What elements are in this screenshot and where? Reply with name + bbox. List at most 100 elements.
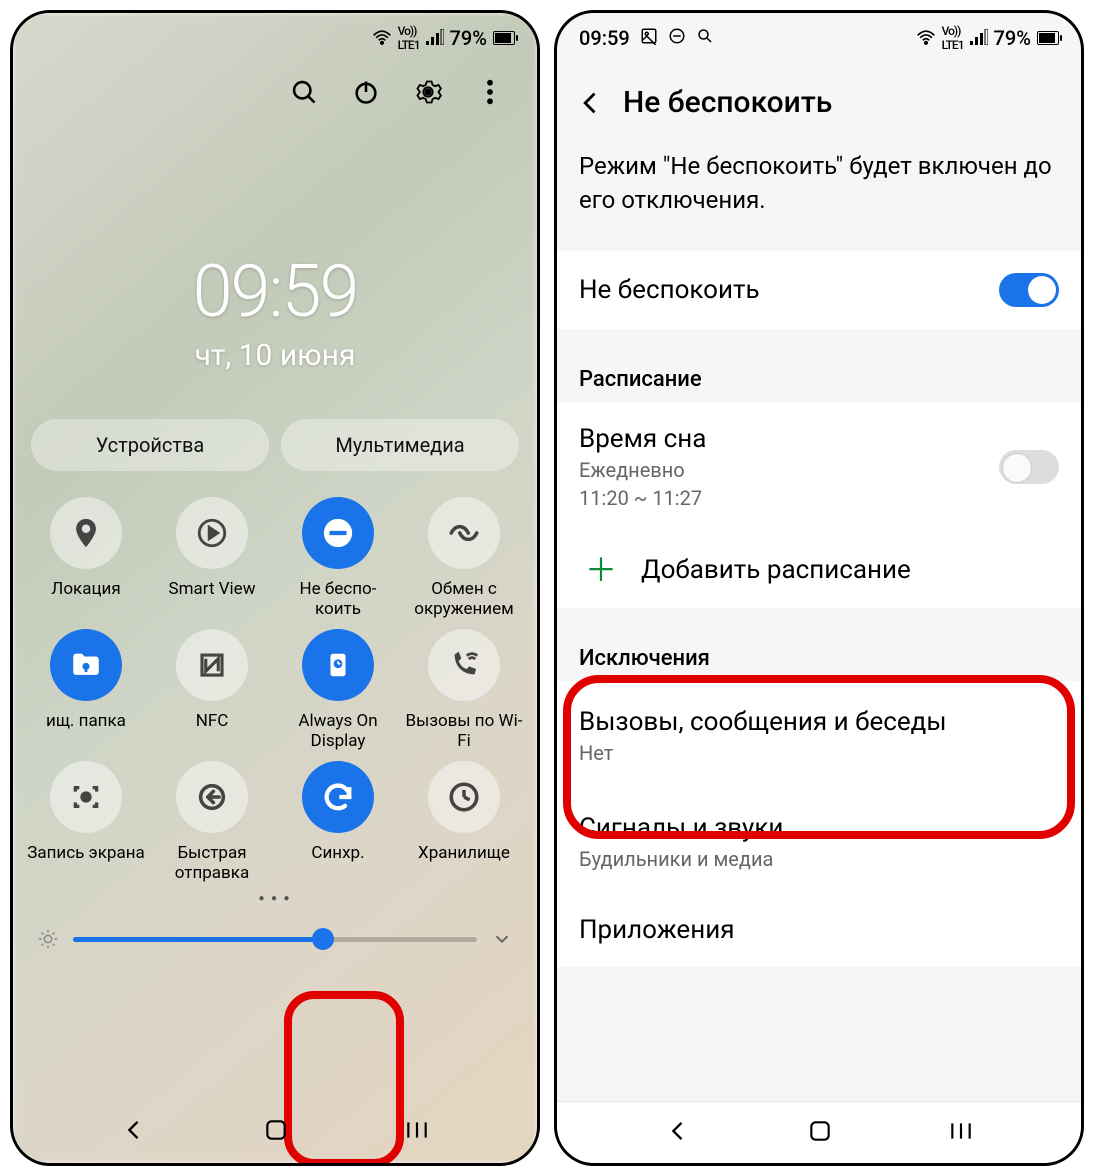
right-phone: 09:59 Vo))LTE1 79% Не беспокоить Режим "… xyxy=(554,10,1084,1166)
qs-tile-2[interactable]: Не беспо- коить xyxy=(277,497,399,621)
qs-icon-quick xyxy=(176,761,248,833)
qs-tile-10[interactable]: Синхр. xyxy=(277,761,399,885)
sleep-title: Время сна xyxy=(579,424,706,454)
sun-icon xyxy=(37,928,59,950)
calls-sub: Нет xyxy=(579,741,613,765)
qs-tile-0[interactable]: Локация xyxy=(25,497,147,621)
schedule-section: Расписание xyxy=(557,347,1081,402)
page-dots: ● ● ● xyxy=(13,893,537,904)
qs-icon-pin xyxy=(50,497,122,569)
qs-label: Вызовы по Wi-Fi xyxy=(403,711,525,753)
qs-chips: Устройства Мультимедиа xyxy=(31,419,519,471)
qs-label: Обмен с окружением xyxy=(403,579,525,621)
qs-tile-7[interactable]: Вызовы по Wi-Fi xyxy=(403,629,525,753)
qs-tile-8[interactable]: Запись экрана xyxy=(25,761,147,885)
sleep-toggle[interactable] xyxy=(999,450,1059,484)
exceptions-section: Исключения xyxy=(557,626,1081,681)
big-time: 09:59 xyxy=(13,249,537,334)
nav-recents-icon[interactable] xyxy=(404,1119,430,1145)
image-icon xyxy=(640,26,658,50)
qs-icon-folder xyxy=(50,629,122,701)
big-date: чт, 10 июня xyxy=(13,338,537,373)
clock-block: 09:59 чт, 10 июня xyxy=(13,249,537,373)
plus-icon: ＋ xyxy=(585,554,617,586)
qs-label: Хранилище xyxy=(418,843,510,885)
nav-home-icon[interactable] xyxy=(263,1117,289,1147)
qs-label: ищ. папка xyxy=(46,711,126,753)
qs-icon-rec xyxy=(50,761,122,833)
qs-tile-1[interactable]: Smart View xyxy=(151,497,273,621)
lte-icon: Vo))LTE1 xyxy=(398,24,420,52)
chevron-down-icon[interactable] xyxy=(491,928,513,950)
sleep-row[interactable]: Время сна Ежедневно 11:20 ~ 11:27 xyxy=(557,402,1081,532)
brightness-slider[interactable] xyxy=(37,928,513,950)
add-schedule-label: Добавить расписание xyxy=(641,555,911,585)
slider-track[interactable] xyxy=(73,937,477,942)
qs-label: Локация xyxy=(51,579,120,621)
status-time: 09:59 xyxy=(579,26,630,50)
qs-icon-sync xyxy=(302,761,374,833)
lte-icon: Vo))LTE1 xyxy=(942,24,964,52)
power-icon[interactable] xyxy=(349,75,383,109)
dnd-toggle[interactable] xyxy=(999,273,1059,307)
qs-grid: Локация Smart View Не беспо- коить Обмен с … xyxy=(25,497,525,885)
search-icon[interactable] xyxy=(287,75,321,109)
qs-icon-dnd xyxy=(302,497,374,569)
nav-bar xyxy=(13,1101,537,1163)
page-description: Режим "Не беспокоить" будет включен до е… xyxy=(557,146,1081,251)
qs-tile-3[interactable]: Обмен с окружением xyxy=(403,497,525,621)
battery-icon xyxy=(1037,31,1059,45)
settings-header: Не беспокоить xyxy=(557,63,1081,146)
dnd-status-icon xyxy=(668,26,686,50)
battery-icon xyxy=(493,31,515,45)
qs-icon-aod xyxy=(302,629,374,701)
signal-icon xyxy=(970,26,988,50)
status-bar: Vo))LTE1 79% xyxy=(13,13,537,63)
signal-icon xyxy=(426,26,444,50)
nav-bar-right xyxy=(557,1101,1081,1163)
nav-recents-icon[interactable] xyxy=(948,1120,974,1146)
qs-icon-nfc xyxy=(176,629,248,701)
qs-label: Синхр. xyxy=(311,843,364,885)
alarms-sub: Будильники и медиа xyxy=(579,847,773,871)
qs-label: Smart View xyxy=(169,579,256,621)
qs-label: Не беспо- коить xyxy=(300,579,377,621)
status-bar-right: 09:59 Vo))LTE1 79% xyxy=(557,13,1081,63)
apps-title: Приложения xyxy=(579,915,734,945)
qs-icon-cast xyxy=(176,497,248,569)
qs-icon-wificall xyxy=(428,629,500,701)
nav-back-icon[interactable] xyxy=(120,1116,148,1148)
dnd-toggle-row[interactable]: Не беспокоить xyxy=(557,251,1081,329)
qs-tile-4[interactable]: ищ. папка xyxy=(25,629,147,753)
wifi-icon xyxy=(916,26,936,50)
apps-row[interactable]: Приложения xyxy=(557,893,1081,967)
nav-home-icon[interactable] xyxy=(807,1118,833,1148)
nav-back-icon[interactable] xyxy=(664,1117,692,1149)
qs-tile-5[interactable]: NFC xyxy=(151,629,273,753)
qs-tile-6[interactable]: Always On Display xyxy=(277,629,399,753)
battery-pct: 79% xyxy=(994,26,1031,50)
dnd-label: Не беспокоить xyxy=(579,275,760,305)
calls-title: Вызовы, сообщения и беседы xyxy=(579,707,947,737)
search-status-icon xyxy=(696,26,714,50)
wifi-icon xyxy=(372,26,392,50)
qs-tile-11[interactable]: Хранилище xyxy=(403,761,525,885)
back-icon[interactable] xyxy=(577,89,605,117)
page-title: Не беспокоить xyxy=(623,85,832,120)
chip-media[interactable]: Мультимедиа xyxy=(281,419,519,471)
calls-row[interactable]: Вызовы, сообщения и беседы Нет xyxy=(557,681,1081,791)
gear-icon[interactable] xyxy=(411,75,445,109)
alarms-row[interactable]: Сигналы и звуки Будильники и медиа xyxy=(557,791,1081,893)
more-icon[interactable] xyxy=(473,75,507,109)
qs-label: Быстрая отправка xyxy=(151,843,273,885)
qs-label: Always On Display xyxy=(277,711,399,753)
qs-label: Запись экрана xyxy=(27,843,145,885)
qs-icon-clock xyxy=(428,761,500,833)
alarms-title: Сигналы и звуки xyxy=(579,813,783,843)
qs-label: NFC xyxy=(196,711,229,753)
sleep-sub2: 11:20 ~ 11:27 xyxy=(579,486,706,510)
sleep-sub1: Ежедневно xyxy=(579,458,706,482)
chip-devices[interactable]: Устройства xyxy=(31,419,269,471)
add-schedule-row[interactable]: ＋ Добавить расписание xyxy=(557,532,1081,608)
qs-tile-9[interactable]: Быстрая отправка xyxy=(151,761,273,885)
